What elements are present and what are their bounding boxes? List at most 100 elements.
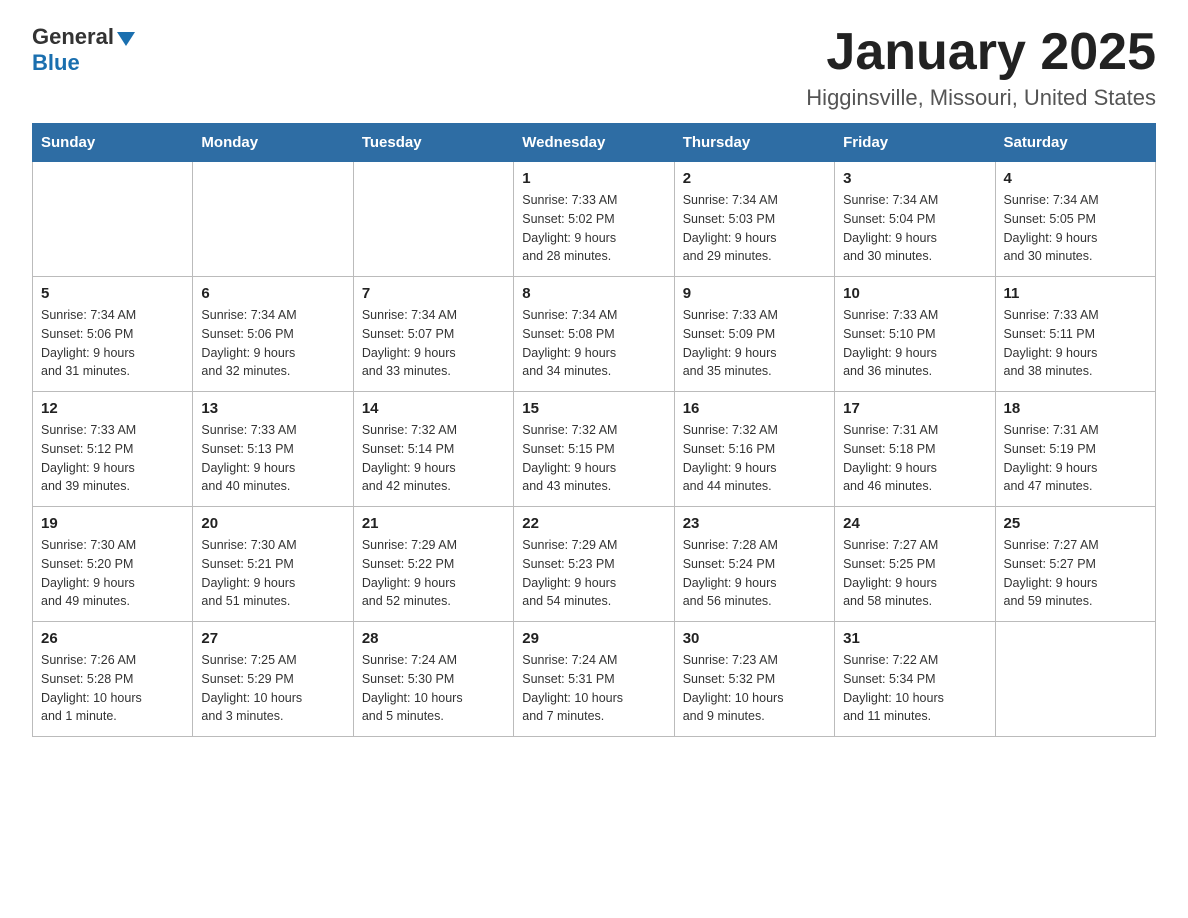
day-info: Sunrise: 7:23 AM Sunset: 5:32 PM Dayligh… — [683, 651, 826, 726]
calendar-day-cell: 11 Sunrise: 7:33 AM Sunset: 5:11 PM Dayli… — [995, 277, 1155, 392]
day-info: Sunrise: 7:30 AM Sunset: 5:20 PM Dayligh… — [41, 536, 184, 611]
day-info: Sunrise: 7:34 AM Sunset: 5:06 PM Dayligh… — [41, 306, 184, 381]
day-info: Sunrise: 7:34 AM Sunset: 5:07 PM Dayligh… — [362, 306, 505, 381]
day-number: 30 — [683, 630, 826, 647]
day-number: 25 — [1004, 515, 1147, 532]
day-number: 8 — [522, 285, 665, 302]
day-info: Sunrise: 7:27 AM Sunset: 5:27 PM Dayligh… — [1004, 536, 1147, 611]
calendar-day-cell: 23 Sunrise: 7:28 AM Sunset: 5:24 PM Dayli… — [674, 507, 834, 622]
calendar-week-row: 26 Sunrise: 7:26 AM Sunset: 5:28 PM Dayli… — [33, 622, 1156, 737]
logo-blue-text: Blue — [32, 50, 80, 76]
day-number: 7 — [362, 285, 505, 302]
calendar-week-row: 5 Sunrise: 7:34 AM Sunset: 5:06 PM Daylig… — [33, 277, 1156, 392]
calendar-day-cell: 17Sunrise: 7:31 AM Sunset: 5:18 PM Dayli… — [835, 392, 995, 507]
calendar-day-cell: 6 Sunrise: 7:34 AM Sunset: 5:06 PM Daylig… — [193, 277, 353, 392]
day-info: Sunrise: 7:33 AM Sunset: 5:11 PM Dayligh… — [1004, 306, 1147, 381]
calendar-day-cell: 15Sunrise: 7:32 AM Sunset: 5:15 PM Dayli… — [514, 392, 674, 507]
title-section: January 2025 Higginsville, Missouri, Uni… — [806, 24, 1156, 111]
logo-triangle-icon — [117, 32, 135, 46]
calendar-day-cell: 9 Sunrise: 7:33 AM Sunset: 5:09 PM Daylig… — [674, 277, 834, 392]
day-info: Sunrise: 7:24 AM Sunset: 5:31 PM Dayligh… — [522, 651, 665, 726]
day-info: Sunrise: 7:34 AM Sunset: 5:06 PM Dayligh… — [201, 306, 344, 381]
calendar-day-cell: 27Sunrise: 7:25 AM Sunset: 5:29 PM Dayli… — [193, 622, 353, 737]
day-info: Sunrise: 7:33 AM Sunset: 5:02 PM Dayligh… — [522, 191, 665, 266]
day-of-week-header: Tuesday — [353, 124, 513, 162]
calendar-header-row: SundayMondayTuesdayWednesdayThursdayFrid… — [33, 124, 1156, 162]
day-info: Sunrise: 7:24 AM Sunset: 5:30 PM Dayligh… — [362, 651, 505, 726]
day-number: 16 — [683, 400, 826, 417]
calendar-day-cell: 24 Sunrise: 7:27 AM Sunset: 5:25 PM Dayli… — [835, 507, 995, 622]
day-info: Sunrise: 7:33 AM Sunset: 5:13 PM Dayligh… — [201, 421, 344, 496]
day-number: 5 — [41, 285, 184, 302]
day-info: Sunrise: 7:22 AM Sunset: 5:34 PM Dayligh… — [843, 651, 986, 726]
day-number: 12 — [41, 400, 184, 417]
calendar-week-row: 1 Sunrise: 7:33 AM Sunset: 5:02 PM Daylig… — [33, 162, 1156, 277]
day-info: Sunrise: 7:34 AM Sunset: 5:03 PM Dayligh… — [683, 191, 826, 266]
day-info: Sunrise: 7:25 AM Sunset: 5:29 PM Dayligh… — [201, 651, 344, 726]
day-number: 26 — [41, 630, 184, 647]
day-number: 13 — [201, 400, 344, 417]
calendar-day-cell: 30 Sunrise: 7:23 AM Sunset: 5:32 PM Dayli… — [674, 622, 834, 737]
calendar-day-cell: 21 Sunrise: 7:29 AM Sunset: 5:22 PM Dayli… — [353, 507, 513, 622]
calendar-day-cell: 4 Sunrise: 7:34 AM Sunset: 5:05 PM Daylig… — [995, 162, 1155, 277]
day-number: 29 — [522, 630, 665, 647]
day-number: 10 — [843, 285, 986, 302]
day-of-week-header: Sunday — [33, 124, 193, 162]
day-info: Sunrise: 7:32 AM Sunset: 5:16 PM Dayligh… — [683, 421, 826, 496]
calendar-week-row: 12 Sunrise: 7:33 AM Sunset: 5:12 PM Dayli… — [33, 392, 1156, 507]
day-number: 20 — [201, 515, 344, 532]
calendar-day-cell: 3Sunrise: 7:34 AM Sunset: 5:04 PM Daylig… — [835, 162, 995, 277]
day-number: 3 — [843, 170, 986, 187]
day-info: Sunrise: 7:29 AM Sunset: 5:22 PM Dayligh… — [362, 536, 505, 611]
day-number: 11 — [1004, 285, 1147, 302]
day-number: 6 — [201, 285, 344, 302]
calendar-day-cell: 7 Sunrise: 7:34 AM Sunset: 5:07 PM Daylig… — [353, 277, 513, 392]
day-info: Sunrise: 7:31 AM Sunset: 5:19 PM Dayligh… — [1004, 421, 1147, 496]
calendar-day-cell: 5 Sunrise: 7:34 AM Sunset: 5:06 PM Daylig… — [33, 277, 193, 392]
day-number: 21 — [362, 515, 505, 532]
day-number: 9 — [683, 285, 826, 302]
day-number: 1 — [522, 170, 665, 187]
calendar-day-cell: 20 Sunrise: 7:30 AM Sunset: 5:21 PM Dayli… — [193, 507, 353, 622]
day-number: 24 — [843, 515, 986, 532]
day-of-week-header: Wednesday — [514, 124, 674, 162]
day-info: Sunrise: 7:31 AM Sunset: 5:18 PM Dayligh… — [843, 421, 986, 496]
calendar-day-cell: 2 Sunrise: 7:34 AM Sunset: 5:03 PM Daylig… — [674, 162, 834, 277]
logo: General Blue — [32, 24, 135, 76]
calendar-day-cell — [995, 622, 1155, 737]
day-number: 23 — [683, 515, 826, 532]
calendar-week-row: 19 Sunrise: 7:30 AM Sunset: 5:20 PM Dayli… — [33, 507, 1156, 622]
day-info: Sunrise: 7:28 AM Sunset: 5:24 PM Dayligh… — [683, 536, 826, 611]
day-of-week-header: Saturday — [995, 124, 1155, 162]
day-info: Sunrise: 7:26 AM Sunset: 5:28 PM Dayligh… — [41, 651, 184, 726]
calendar-day-cell: 31 Sunrise: 7:22 AM Sunset: 5:34 PM Dayli… — [835, 622, 995, 737]
day-info: Sunrise: 7:34 AM Sunset: 5:05 PM Dayligh… — [1004, 191, 1147, 266]
calendar-day-cell — [33, 162, 193, 277]
calendar-day-cell: 28Sunrise: 7:24 AM Sunset: 5:30 PM Dayli… — [353, 622, 513, 737]
day-number: 18 — [1004, 400, 1147, 417]
calendar-day-cell: 10 Sunrise: 7:33 AM Sunset: 5:10 PM Dayli… — [835, 277, 995, 392]
day-number: 31 — [843, 630, 986, 647]
month-title: January 2025 — [806, 24, 1156, 81]
day-info: Sunrise: 7:32 AM Sunset: 5:14 PM Dayligh… — [362, 421, 505, 496]
day-number: 2 — [683, 170, 826, 187]
day-info: Sunrise: 7:33 AM Sunset: 5:09 PM Dayligh… — [683, 306, 826, 381]
calendar-day-cell: 16 Sunrise: 7:32 AM Sunset: 5:16 PM Dayli… — [674, 392, 834, 507]
day-info: Sunrise: 7:30 AM Sunset: 5:21 PM Dayligh… — [201, 536, 344, 611]
calendar-day-cell: 18 Sunrise: 7:31 AM Sunset: 5:19 PM Dayli… — [995, 392, 1155, 507]
day-info: Sunrise: 7:34 AM Sunset: 5:08 PM Dayligh… — [522, 306, 665, 381]
day-of-week-header: Monday — [193, 124, 353, 162]
day-info: Sunrise: 7:33 AM Sunset: 5:10 PM Dayligh… — [843, 306, 986, 381]
day-info: Sunrise: 7:32 AM Sunset: 5:15 PM Dayligh… — [522, 421, 665, 496]
day-number: 4 — [1004, 170, 1147, 187]
calendar-day-cell: 14 Sunrise: 7:32 AM Sunset: 5:14 PM Dayli… — [353, 392, 513, 507]
calendar-day-cell: 22Sunrise: 7:29 AM Sunset: 5:23 PM Dayli… — [514, 507, 674, 622]
day-number: 19 — [41, 515, 184, 532]
day-info: Sunrise: 7:27 AM Sunset: 5:25 PM Dayligh… — [843, 536, 986, 611]
day-info: Sunrise: 7:33 AM Sunset: 5:12 PM Dayligh… — [41, 421, 184, 496]
day-number: 14 — [362, 400, 505, 417]
calendar-day-cell: 25 Sunrise: 7:27 AM Sunset: 5:27 PM Dayli… — [995, 507, 1155, 622]
calendar-day-cell: 26 Sunrise: 7:26 AM Sunset: 5:28 PM Dayli… — [33, 622, 193, 737]
calendar-day-cell: 19 Sunrise: 7:30 AM Sunset: 5:20 PM Dayli… — [33, 507, 193, 622]
calendar-day-cell: 12 Sunrise: 7:33 AM Sunset: 5:12 PM Dayli… — [33, 392, 193, 507]
